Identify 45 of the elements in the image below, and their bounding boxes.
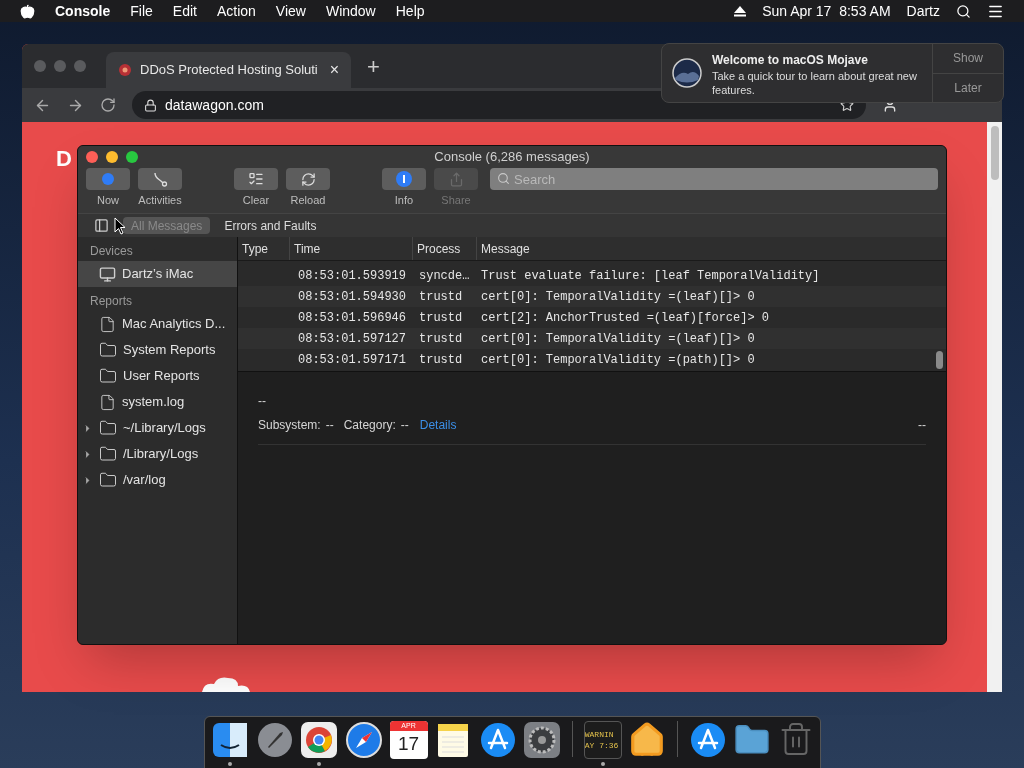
toolbar-label: Reload xyxy=(290,193,326,208)
message-cell-text: cert[2]: AnchorTrusted =(leaf)[force]> 0 xyxy=(481,309,770,327)
category-value: -- xyxy=(400,417,409,434)
url-text: datawagon.com xyxy=(165,95,264,115)
category-label: Category: xyxy=(343,417,396,434)
subsystem-label: Subsystem: xyxy=(258,417,321,434)
sidebar-section-title: Reports xyxy=(89,293,134,310)
time-cell-text: 08:53:01.594930 xyxy=(297,288,408,306)
process-cell-text: trustd xyxy=(419,309,464,327)
toolbar-label: Info xyxy=(394,193,414,208)
detail-heading: -- xyxy=(258,393,267,410)
message-cell-text: cert[0]: TemporalValidity =(leaf)[]> 0 xyxy=(481,330,755,348)
process-cell-text: syncde… xyxy=(419,267,471,285)
toolbar-label: Clear xyxy=(242,193,270,208)
time-cell-text: 08:53:01.593919 xyxy=(297,267,408,285)
tab-title: DDoS Protected Hosting Soluti xyxy=(140,61,318,80)
sidebar-label: Mac Analytics D... xyxy=(122,315,226,334)
detail-right-value: -- xyxy=(918,417,926,434)
time-cell-text: 08:53:01.597171 xyxy=(297,351,408,369)
time-cell-text: 08:53:01.597127 xyxy=(297,330,408,348)
message-cell-text: cert[0]: TemporalValidity =(path)[]> 0 xyxy=(481,351,755,369)
process-cell-text: trustd xyxy=(419,330,464,348)
toolbar-label: Share xyxy=(441,193,471,208)
console-app-text: AY 7:36 xyxy=(584,740,620,751)
sidebar-label: system.log xyxy=(122,393,185,412)
sidebar-label: ~/Library/Logs xyxy=(123,419,206,438)
calendar-day: 17 xyxy=(398,731,420,757)
sidebar-label: /Library/Logs xyxy=(123,445,199,464)
sidebar-label: Dartz’s iMac xyxy=(122,265,194,284)
process-cell-text: trustd xyxy=(419,288,464,306)
sidebar-section-title: Devices xyxy=(89,243,134,260)
notification-title: Welcome to macOS Mojave xyxy=(712,52,869,69)
sidebar-label: System Reports xyxy=(123,341,216,360)
toolbar-label: Activities xyxy=(138,193,182,208)
site-logo: D xyxy=(56,145,72,173)
process-cell-text: trustd xyxy=(419,351,464,369)
sidebar-label: /var/log xyxy=(123,471,166,490)
subsystem-value: -- xyxy=(325,417,334,434)
toolbar-label: Now xyxy=(97,193,119,208)
sidebar-label: User Reports xyxy=(123,367,200,386)
window-title: Console (6,286 messages) xyxy=(434,148,590,167)
message-cell-text: cert[0]: TemporalValidity =(leaf)[]> 0 xyxy=(481,288,755,306)
message-cell-text: Trust evaluate failure: [leaf TemporalValidity] xyxy=(481,267,820,285)
console-app-text: WARNIN xyxy=(584,729,615,740)
time-cell-text: 08:53:01.596946 xyxy=(297,309,408,327)
